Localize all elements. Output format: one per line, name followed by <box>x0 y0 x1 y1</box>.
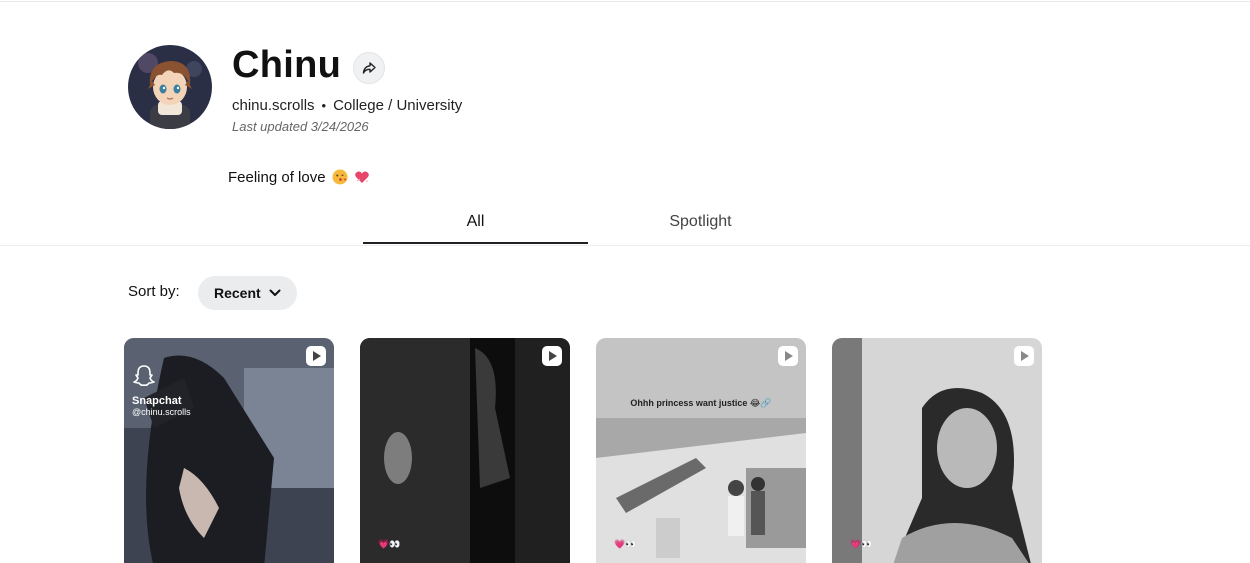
post-image <box>832 338 1042 563</box>
active-tab-indicator <box>363 242 588 244</box>
snapchat-ghost-icon <box>133 365 155 387</box>
post-thumbnail[interactable]: 💗👀 <box>360 338 570 563</box>
tabs-divider <box>0 245 1250 246</box>
sort-dropdown[interactable]: Recent <box>198 276 297 310</box>
profile-page: Chinu chinu.scrolls • College / Universi… <box>0 0 1250 563</box>
post-thumbnail[interactable]: Snapchat @chinu.scrolls <box>124 338 334 563</box>
profile-bio: Feeling of love <box>228 169 370 186</box>
last-updated: Last updated 3/24/2026 <box>232 119 369 134</box>
bio-text: Feeling of love <box>228 169 326 186</box>
snapchat-watermark: Snapchat @chinu.scrolls <box>132 364 191 417</box>
post-reactions: 💗👀 <box>378 539 401 549</box>
post-thumbnail[interactable]: 💗👀 <box>832 338 1042 563</box>
post-image <box>360 338 570 563</box>
video-play-icon <box>1014 346 1034 366</box>
watermark-handle: @chinu.scrolls <box>132 407 191 417</box>
video-play-icon <box>306 346 326 366</box>
tab-spotlight-label: Spotlight <box>669 213 732 230</box>
kissing-face-emoji-icon <box>332 169 348 185</box>
heart-emoji-icon <box>355 171 369 183</box>
top-divider <box>0 1 1250 2</box>
sort-value: Recent <box>214 285 261 301</box>
share-button[interactable] <box>353 52 385 84</box>
username: chinu.scrolls <box>232 97 315 114</box>
chevron-down-icon <box>269 289 281 296</box>
tab-all[interactable]: All <box>363 200 588 244</box>
watermark-name: Snapchat <box>132 395 182 407</box>
tab-spotlight[interactable]: Spotlight <box>588 200 813 244</box>
post-caption: Ohhh princess want justice 😂🔗 <box>630 398 772 408</box>
post-thumbnail[interactable]: Ohhh princess want justice 😂🔗 💗👀 <box>596 338 806 563</box>
post-image <box>596 338 806 563</box>
tab-all-label: All <box>466 213 485 230</box>
sort-label: Sort by: <box>128 283 180 300</box>
share-arrow-icon <box>362 62 376 74</box>
post-reactions: 💗👀 <box>614 539 637 549</box>
profile-name: Chinu <box>232 44 342 86</box>
profile-category: College / University <box>333 97 463 114</box>
separator-dot: • <box>321 98 327 113</box>
avatar[interactable] <box>128 45 212 129</box>
post-reactions: 💗👀 <box>850 539 873 549</box>
video-play-icon <box>542 346 562 366</box>
video-play-icon <box>778 346 798 366</box>
profile-meta: chinu.scrolls • College / University <box>232 97 462 114</box>
